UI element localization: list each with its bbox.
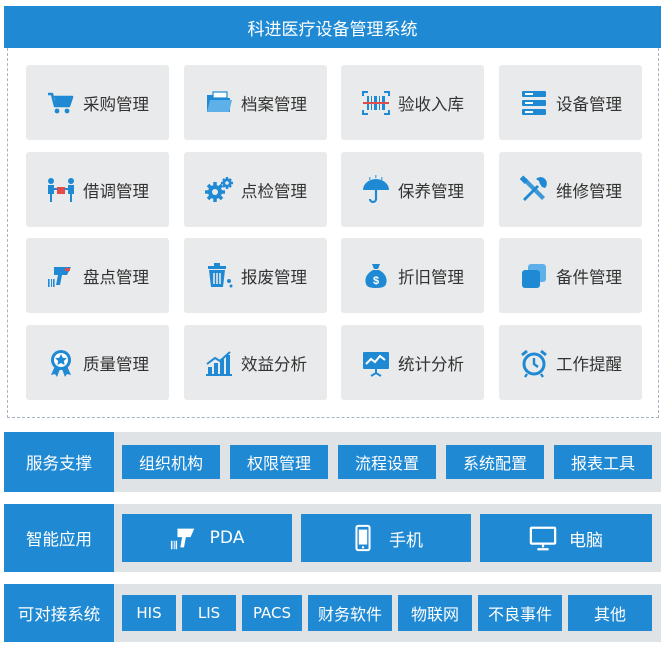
module-equipment[interactable]: 设备管理 bbox=[499, 65, 642, 140]
module-maintenance[interactable]: 保养管理 bbox=[341, 152, 484, 227]
service-support-band: 服务支撑 组织机构 权限管理 流程设置 系统配置 报表工具 bbox=[4, 432, 661, 492]
app-pda[interactable]: PDA bbox=[122, 514, 292, 562]
money-bag-icon: $ bbox=[361, 261, 391, 291]
module-label: 验收入库 bbox=[398, 94, 464, 114]
barcode-scanner-icon bbox=[46, 261, 76, 291]
module-label: 保养管理 bbox=[398, 181, 464, 201]
integration-other[interactable]: 其他 bbox=[568, 595, 652, 631]
svg-text:$: $ bbox=[373, 275, 379, 287]
module-reminders[interactable]: 工作提醒 bbox=[499, 325, 642, 400]
presentation-chart-icon bbox=[361, 348, 391, 378]
server-stack-icon bbox=[519, 88, 549, 118]
module-label: 采购管理 bbox=[83, 94, 149, 114]
module-label: 档案管理 bbox=[241, 94, 307, 114]
module-label: 统计分析 bbox=[398, 354, 464, 374]
alarm-clock-icon bbox=[519, 348, 549, 378]
module-scrap[interactable]: 报废管理 bbox=[184, 238, 327, 313]
barcode-scanner-icon bbox=[170, 524, 198, 552]
module-spare-parts[interactable]: 备件管理 bbox=[499, 238, 642, 313]
service-item-permissions[interactable]: 权限管理 bbox=[230, 445, 328, 479]
app-label: PDA bbox=[209, 528, 245, 548]
module-acceptance[interactable]: 验收入库 bbox=[341, 65, 484, 140]
service-item-config[interactable]: 系统配置 bbox=[446, 445, 544, 479]
app-computer[interactable]: 电脑 bbox=[480, 514, 652, 562]
module-label: 效益分析 bbox=[241, 354, 307, 374]
copy-icon bbox=[519, 261, 549, 291]
trash-bin-icon bbox=[204, 261, 234, 291]
smart-apps-band: 智能应用 PDA 手机 电脑 bbox=[4, 504, 661, 572]
barcode-scan-icon bbox=[361, 88, 391, 118]
module-label: 报废管理 bbox=[241, 267, 307, 287]
integration-adverse-events[interactable]: 不良事件 bbox=[478, 595, 562, 631]
monitor-icon bbox=[529, 524, 557, 552]
medal-icon bbox=[46, 348, 76, 378]
tools-icon bbox=[519, 174, 549, 205]
module-repair[interactable]: 维修管理 bbox=[499, 152, 642, 227]
mobile-phone-icon bbox=[349, 524, 377, 552]
app-mobile[interactable]: 手机 bbox=[301, 514, 471, 562]
integration-iot[interactable]: 物联网 bbox=[398, 595, 472, 631]
app-label: 手机 bbox=[389, 530, 423, 551]
integrations-band: 可对接系统 HIS LIS PACS 财务软件 物联网 不良事件 其他 bbox=[4, 584, 661, 642]
module-benefit-analysis[interactable]: 效益分析 bbox=[184, 325, 327, 400]
service-support-label: 服务支撑 bbox=[4, 432, 114, 492]
module-label: 借调管理 bbox=[83, 181, 149, 201]
smart-apps-label: 智能应用 bbox=[4, 504, 114, 572]
service-item-organization[interactable]: 组织机构 bbox=[122, 445, 220, 479]
system-title: 科进医疗设备管理系统 bbox=[4, 6, 661, 48]
module-label: 备件管理 bbox=[556, 267, 622, 287]
module-label: 质量管理 bbox=[83, 354, 149, 374]
module-depreciation[interactable]: $ 折旧管理 bbox=[341, 238, 484, 313]
module-label: 点检管理 bbox=[241, 181, 307, 201]
gears-icon bbox=[204, 175, 234, 205]
module-stocktake[interactable]: 盘点管理 bbox=[26, 238, 169, 313]
integration-lis[interactable]: LIS bbox=[182, 595, 236, 631]
module-label: 盘点管理 bbox=[83, 267, 149, 287]
handover-icon bbox=[46, 175, 76, 205]
service-item-reports[interactable]: 报表工具 bbox=[554, 445, 652, 479]
module-label: 设备管理 bbox=[556, 94, 622, 114]
folder-icon bbox=[204, 88, 234, 118]
service-item-workflow[interactable]: 流程设置 bbox=[338, 445, 436, 479]
module-loan[interactable]: 借调管理 bbox=[26, 152, 169, 227]
module-statistics[interactable]: 统计分析 bbox=[341, 325, 484, 400]
module-inspection[interactable]: 点检管理 bbox=[184, 152, 327, 227]
module-procurement[interactable]: 采购管理 bbox=[26, 65, 169, 140]
bar-chart-icon bbox=[204, 348, 234, 378]
app-label: 电脑 bbox=[569, 530, 603, 551]
module-quality[interactable]: 质量管理 bbox=[26, 325, 169, 400]
integrations-label: 可对接系统 bbox=[4, 584, 114, 642]
module-archives[interactable]: 档案管理 bbox=[184, 65, 327, 140]
integration-finance[interactable]: 财务软件 bbox=[308, 595, 392, 631]
module-label: 工作提醒 bbox=[556, 354, 622, 374]
module-label: 维修管理 bbox=[556, 181, 622, 201]
umbrella-icon bbox=[361, 174, 391, 205]
module-label: 折旧管理 bbox=[398, 267, 464, 287]
integration-pacs[interactable]: PACS bbox=[242, 595, 302, 631]
integration-his[interactable]: HIS bbox=[122, 595, 176, 631]
shopping-cart-icon bbox=[46, 88, 76, 118]
